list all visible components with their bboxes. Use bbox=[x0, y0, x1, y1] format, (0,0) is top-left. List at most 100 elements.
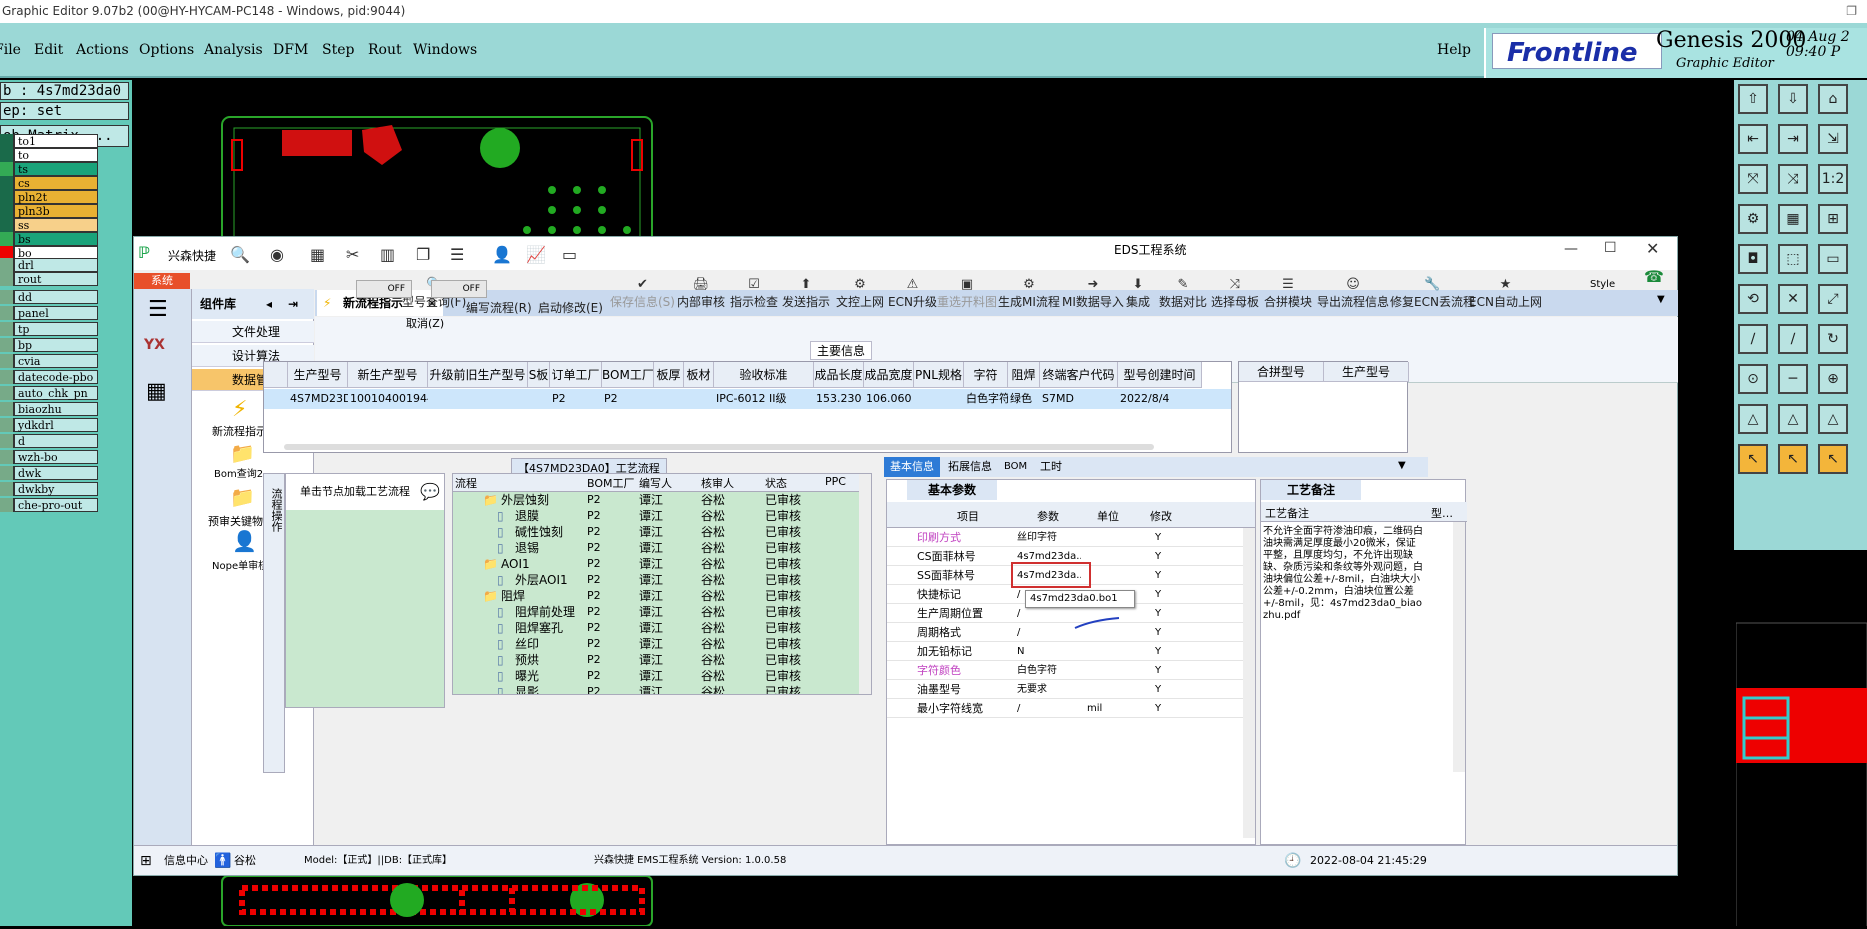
param-row[interactable]: 周期格式 / Y bbox=[887, 623, 1247, 642]
ruler-icon[interactable]: ▭ bbox=[1818, 244, 1848, 274]
layer-swatch[interactable] bbox=[0, 162, 14, 176]
param-row[interactable]: 印刷方式 丝印字符 Y bbox=[887, 528, 1247, 547]
layer-row[interactable]: to1 bbox=[0, 134, 100, 149]
layer-swatch[interactable] bbox=[0, 450, 14, 464]
reselect-cutting-button[interactable]: ▣ 重选开料图 bbox=[937, 277, 997, 310]
layer-swatch[interactable] bbox=[0, 204, 14, 218]
layer-swatch[interactable] bbox=[0, 148, 14, 162]
tree-row[interactable]: ▯ 曝光 P2 谭江 谷松 已审核 bbox=[453, 668, 871, 684]
tab-work-hours[interactable]: 工时 bbox=[1040, 457, 1062, 477]
menu-options[interactable]: Options bbox=[139, 42, 194, 58]
tree-row[interactable]: ▯ 退锡 P2 谭江 谷松 已审核 bbox=[453, 540, 871, 556]
write-flow-button[interactable]: 编写流程(R) bbox=[466, 299, 532, 316]
tree-row[interactable]: 📁 阻焊 P2 谭江 谷松 已审核 bbox=[453, 588, 871, 604]
layer-row[interactable]: drl bbox=[0, 258, 100, 273]
tree-row[interactable]: ▯ 预烘 P2 谭江 谷松 已审核 bbox=[453, 652, 871, 668]
start-modify-button[interactable]: 启动修改(E) bbox=[538, 299, 603, 316]
generate-mi-button[interactable]: ⚙ 生成MI流程 bbox=[998, 277, 1060, 310]
layer-swatch[interactable] bbox=[0, 232, 14, 246]
tree-row[interactable]: 📁 AOI1 P2 谭江 谷松 已审核 bbox=[453, 556, 871, 572]
style-menu[interactable]: Style bbox=[1590, 279, 1615, 290]
user-icon[interactable]: 👤 bbox=[232, 529, 257, 553]
select-mother-board-button[interactable]: ⤨ 选择母板 bbox=[1211, 277, 1259, 310]
layer-row[interactable]: ss bbox=[0, 218, 100, 233]
layer-swatch[interactable] bbox=[0, 386, 14, 400]
instruction-check-button[interactable]: ☑ 指示检查 bbox=[730, 277, 778, 310]
param-row[interactable]: 油墨型号 无要求 Y bbox=[887, 680, 1247, 699]
settings-icon[interactable]: ⚙ bbox=[1738, 204, 1768, 234]
lib-new-flow[interactable]: 新流程指示 bbox=[212, 423, 267, 439]
lib-nope-review[interactable]: Nope单审核 bbox=[212, 557, 268, 572]
layer-swatch[interactable] bbox=[0, 322, 14, 336]
mi-import-button[interactable]: ➜ MI数据导入 bbox=[1062, 277, 1124, 310]
calculator-icon[interactable]: ▦ bbox=[146, 379, 167, 404]
circle-icon[interactable]: ⊙ bbox=[1738, 364, 1768, 394]
resize-icon[interactable]: ⤢ bbox=[1818, 284, 1848, 314]
cancel-button[interactable]: 取消(Z) bbox=[406, 315, 444, 331]
menu-rout[interactable]: Rout bbox=[368, 42, 402, 58]
layer-row[interactable]: panel bbox=[0, 306, 100, 321]
start-modify-toggle[interactable]: OFF bbox=[431, 280, 487, 298]
data-compare-button[interactable]: ✎ 数据对比 bbox=[1159, 277, 1207, 310]
lib-bom-query[interactable]: Bom查询2 bbox=[214, 465, 263, 480]
vertical-scrollbar[interactable] bbox=[859, 474, 871, 694]
search-icon[interactable]: 🔍 bbox=[230, 245, 250, 264]
corner-icon[interactable]: ⇲ bbox=[1818, 124, 1848, 154]
expand-icon[interactable]: ⤨ bbox=[1778, 164, 1808, 194]
layer-swatch[interactable] bbox=[0, 466, 14, 480]
layer-row[interactable]: rout bbox=[0, 272, 100, 287]
zoom-down-icon[interactable]: ⇩ bbox=[1778, 84, 1808, 114]
layer-row[interactable]: bs bbox=[0, 232, 100, 247]
arrow-left-icon[interactable]: ◂ bbox=[266, 289, 272, 319]
menu-analysis[interactable]: Analysis bbox=[204, 42, 263, 58]
vertical-scrollbar[interactable] bbox=[1243, 528, 1255, 838]
tree-row[interactable]: ▯ 外层AOI1 P2 谭江 谷松 已审核 bbox=[453, 572, 871, 588]
folder-icon[interactable]: 📁 bbox=[230, 485, 255, 509]
layer-row[interactable]: wzh-bo bbox=[0, 450, 100, 465]
home-icon[interactable]: ⌂ bbox=[1818, 84, 1848, 114]
line-icon[interactable]: ∕ bbox=[1738, 324, 1768, 354]
camera-icon[interactable]: ◘ bbox=[1738, 244, 1768, 274]
layer-swatch[interactable] bbox=[0, 190, 14, 204]
menu-icon[interactable]: ☰ bbox=[148, 297, 168, 322]
tree-row[interactable]: ▯ 显影 P2 谭江 谷松 已审核 bbox=[453, 684, 871, 694]
yx-icon[interactable]: YX bbox=[144, 337, 165, 353]
system-tab[interactable]: 系统 bbox=[134, 273, 190, 289]
layer-row[interactable]: datecode-pbo bbox=[0, 370, 100, 385]
rotate-icon[interactable]: ⟲ bbox=[1738, 284, 1768, 314]
tab-bom[interactable]: BOM bbox=[1004, 457, 1027, 477]
layer-swatch[interactable] bbox=[0, 258, 14, 272]
integrate-button[interactable]: ⬇ 集成 bbox=[1126, 277, 1150, 310]
repair-ecn-button[interactable]: 🔧 修复ECN丢流程 bbox=[1390, 277, 1475, 310]
menu-file[interactable]: File bbox=[0, 42, 21, 58]
layer-row[interactable]: dwkby bbox=[0, 482, 100, 497]
menu-dfm[interactable]: DFM bbox=[273, 42, 308, 58]
ratio-icon[interactable]: 1:2 bbox=[1818, 164, 1848, 194]
layer-row[interactable]: bp bbox=[0, 338, 100, 353]
menu-step[interactable]: Step bbox=[322, 42, 354, 58]
tab-basic-info[interactable]: 基本信息 bbox=[884, 457, 940, 477]
param-row[interactable]: 字符颜色 白色字符 Y bbox=[887, 661, 1247, 680]
menu-edit[interactable]: Edit bbox=[34, 42, 63, 58]
ecn-upgrade-button[interactable]: ⚠ ECN升级 bbox=[888, 277, 937, 310]
triangle2-icon[interactable]: △ bbox=[1778, 404, 1808, 434]
eraser-icon[interactable]: ⬚ bbox=[1778, 244, 1808, 274]
menu-windows[interactable]: Windows bbox=[413, 42, 477, 58]
pointer2-icon[interactable]: ↖ bbox=[1778, 444, 1808, 474]
export-flow-button[interactable]: ☺ 导出流程信息 bbox=[1317, 277, 1389, 310]
horizontal-scrollbar[interactable] bbox=[284, 444, 1154, 450]
vertical-scrollbar[interactable] bbox=[1453, 522, 1465, 772]
layer-swatch[interactable] bbox=[0, 498, 14, 512]
layer-swatch[interactable] bbox=[0, 218, 14, 232]
dropdown-icon[interactable]: ▼ bbox=[1398, 460, 1406, 471]
layer-swatch[interactable] bbox=[0, 370, 14, 384]
layer-swatch[interactable] bbox=[0, 338, 14, 352]
layer-row[interactable]: cs bbox=[0, 176, 100, 191]
layer-row[interactable]: d bbox=[0, 434, 100, 449]
layer-swatch[interactable] bbox=[0, 306, 14, 320]
flow-operation-tab[interactable]: 流程操作 bbox=[263, 473, 285, 773]
lightning-icon[interactable]: ⚡ bbox=[232, 397, 247, 422]
tree-row[interactable]: ▯ 碱性蚀刻 P2 谭江 谷松 已审核 bbox=[453, 524, 871, 540]
layer-row[interactable]: ts bbox=[0, 162, 100, 177]
layer-swatch[interactable] bbox=[0, 418, 14, 432]
